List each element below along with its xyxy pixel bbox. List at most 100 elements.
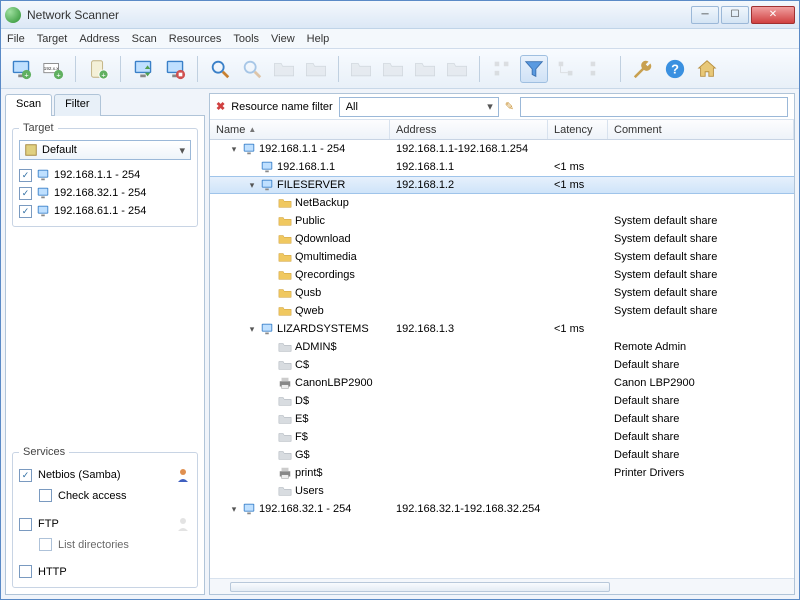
tb-grp3-button[interactable]: [411, 55, 439, 83]
tb-find-button[interactable]: [206, 55, 234, 83]
target-item[interactable]: 192.168.32.1 - 254: [19, 184, 191, 202]
expander-icon[interactable]: ▾: [247, 180, 257, 191]
minimize-button[interactable]: ─: [691, 6, 719, 24]
menu-resources[interactable]: Resources: [169, 33, 222, 45]
menu-tools[interactable]: Tools: [233, 33, 259, 45]
node-comment: System default share: [608, 233, 794, 245]
tree-row[interactable]: F$Default share: [210, 428, 794, 446]
tb-grp2-button[interactable]: [379, 55, 407, 83]
filter-label: Resource name filter: [231, 101, 333, 113]
tb-grp4-button[interactable]: [443, 55, 471, 83]
tab-scan[interactable]: Scan: [5, 94, 52, 116]
target-checkbox[interactable]: [19, 187, 32, 200]
ftp-checkbox[interactable]: [19, 518, 32, 531]
tb-filter-button[interactable]: [520, 55, 548, 83]
col-address[interactable]: Address: [390, 120, 548, 139]
tree-row[interactable]: Users: [210, 482, 794, 500]
node-name: Users: [295, 485, 324, 497]
tb-grp1-button[interactable]: [347, 55, 375, 83]
clear-filter-icon[interactable]: ✖: [216, 100, 225, 113]
tree-row[interactable]: ▾FILESERVER192.168.1.2<1 ms: [210, 176, 794, 194]
tree-row[interactable]: QdownloadSystem default share: [210, 230, 794, 248]
tree-row[interactable]: C$Default share: [210, 356, 794, 374]
filter-input[interactable]: [520, 97, 788, 117]
col-latency[interactable]: Latency: [548, 120, 608, 139]
menu-file[interactable]: File: [7, 33, 25, 45]
folder-icon: [278, 304, 292, 318]
target-checkbox[interactable]: [19, 169, 32, 182]
tree-row[interactable]: print$Printer Drivers: [210, 464, 794, 482]
target-checkbox[interactable]: [19, 205, 32, 218]
user-icon: [175, 467, 191, 483]
tree-row[interactable]: ADMIN$Remote Admin: [210, 338, 794, 356]
menu-scan[interactable]: Scan: [132, 33, 157, 45]
expander-icon[interactable]: ▾: [229, 144, 239, 155]
folder-icon: [278, 268, 292, 282]
menu-help[interactable]: Help: [307, 33, 330, 45]
tb-scan-button[interactable]: [129, 55, 157, 83]
target-combo[interactable]: Default: [19, 140, 191, 160]
tree-row[interactable]: G$Default share: [210, 446, 794, 464]
tb-settings-button[interactable]: [629, 55, 657, 83]
check-access-checkbox[interactable]: [39, 489, 52, 502]
node-latency: <1 ms: [548, 179, 608, 191]
node-comment: Printer Drivers: [608, 467, 794, 479]
tb-stop-button[interactable]: [161, 55, 189, 83]
tree-row[interactable]: NetBackup: [210, 194, 794, 212]
tb-home-button[interactable]: [693, 55, 721, 83]
col-comment[interactable]: Comment: [608, 120, 794, 139]
tb-folder2-button[interactable]: [302, 55, 330, 83]
tab-filter[interactable]: Filter: [54, 94, 100, 116]
tree-row[interactable]: QwebSystem default share: [210, 302, 794, 320]
edit-filter-icon[interactable]: ✎: [505, 100, 514, 113]
node-name: E$: [295, 413, 308, 425]
tb-add-range-button[interactable]: +: [7, 55, 35, 83]
expander-icon[interactable]: ▾: [229, 504, 239, 515]
tb-help-button[interactable]: [661, 55, 689, 83]
tree-row[interactable]: 192.168.1.1192.168.1.1<1 ms: [210, 158, 794, 176]
tb-add-ip-button[interactable]: 192.x.x+: [39, 55, 67, 83]
col-name[interactable]: Name▲: [210, 120, 390, 139]
maximize-button[interactable]: ☐: [721, 6, 749, 24]
tb-tree3-button[interactable]: [584, 55, 612, 83]
horizontal-scrollbar[interactable]: [210, 578, 794, 594]
folder-grey-icon: [278, 430, 292, 444]
list-dirs-checkbox[interactable]: [39, 538, 52, 551]
tb-folder1-button[interactable]: [270, 55, 298, 83]
menu-view[interactable]: View: [271, 33, 295, 45]
tree-row[interactable]: ▾192.168.1.1 - 254192.168.1.1-192.168.1.…: [210, 140, 794, 158]
tb-find-next-button[interactable]: [238, 55, 266, 83]
tree-body[interactable]: ▾192.168.1.1 - 254192.168.1.1-192.168.1.…: [210, 140, 794, 578]
menu-address[interactable]: Address: [79, 33, 119, 45]
target-item[interactable]: 192.168.61.1 - 254: [19, 202, 191, 220]
tb-import-button[interactable]: [84, 55, 112, 83]
close-button[interactable]: ✕: [751, 6, 795, 24]
left-pane: Scan Filter Target Default 192.168.1.1 -…: [5, 93, 205, 595]
node-name: 192.168.32.1 - 254: [259, 503, 351, 515]
target-label: 192.168.32.1 - 254: [54, 187, 146, 199]
monitor-icon: [242, 142, 256, 156]
tree-row[interactable]: ▾LIZARDSYSTEMS192.168.1.3<1 ms: [210, 320, 794, 338]
tree-row[interactable]: E$Default share: [210, 410, 794, 428]
tree-row[interactable]: ▾192.168.32.1 - 254192.168.32.1-192.168.…: [210, 500, 794, 518]
node-comment: Canon LBP2900: [608, 377, 794, 389]
http-checkbox[interactable]: [19, 565, 32, 578]
monitor-icon: [260, 322, 274, 336]
node-name: D$: [295, 395, 309, 407]
node-comment: Remote Admin: [608, 341, 794, 353]
filter-combo[interactable]: All: [339, 97, 499, 117]
node-address: 192.168.1.3: [390, 323, 548, 335]
target-item[interactable]: 192.168.1.1 - 254: [19, 166, 191, 184]
node-latency: <1 ms: [548, 323, 608, 335]
tree-row[interactable]: QusbSystem default share: [210, 284, 794, 302]
tb-tree2-button[interactable]: [552, 55, 580, 83]
tree-row[interactable]: QmultimediaSystem default share: [210, 248, 794, 266]
netbios-checkbox[interactable]: [19, 469, 32, 482]
tree-row[interactable]: D$Default share: [210, 392, 794, 410]
tb-tree1-button[interactable]: [488, 55, 516, 83]
menu-target[interactable]: Target: [37, 33, 68, 45]
tree-row[interactable]: PublicSystem default share: [210, 212, 794, 230]
tree-row[interactable]: QrecordingsSystem default share: [210, 266, 794, 284]
tree-row[interactable]: CanonLBP2900Canon LBP2900: [210, 374, 794, 392]
expander-icon[interactable]: ▾: [247, 324, 257, 335]
